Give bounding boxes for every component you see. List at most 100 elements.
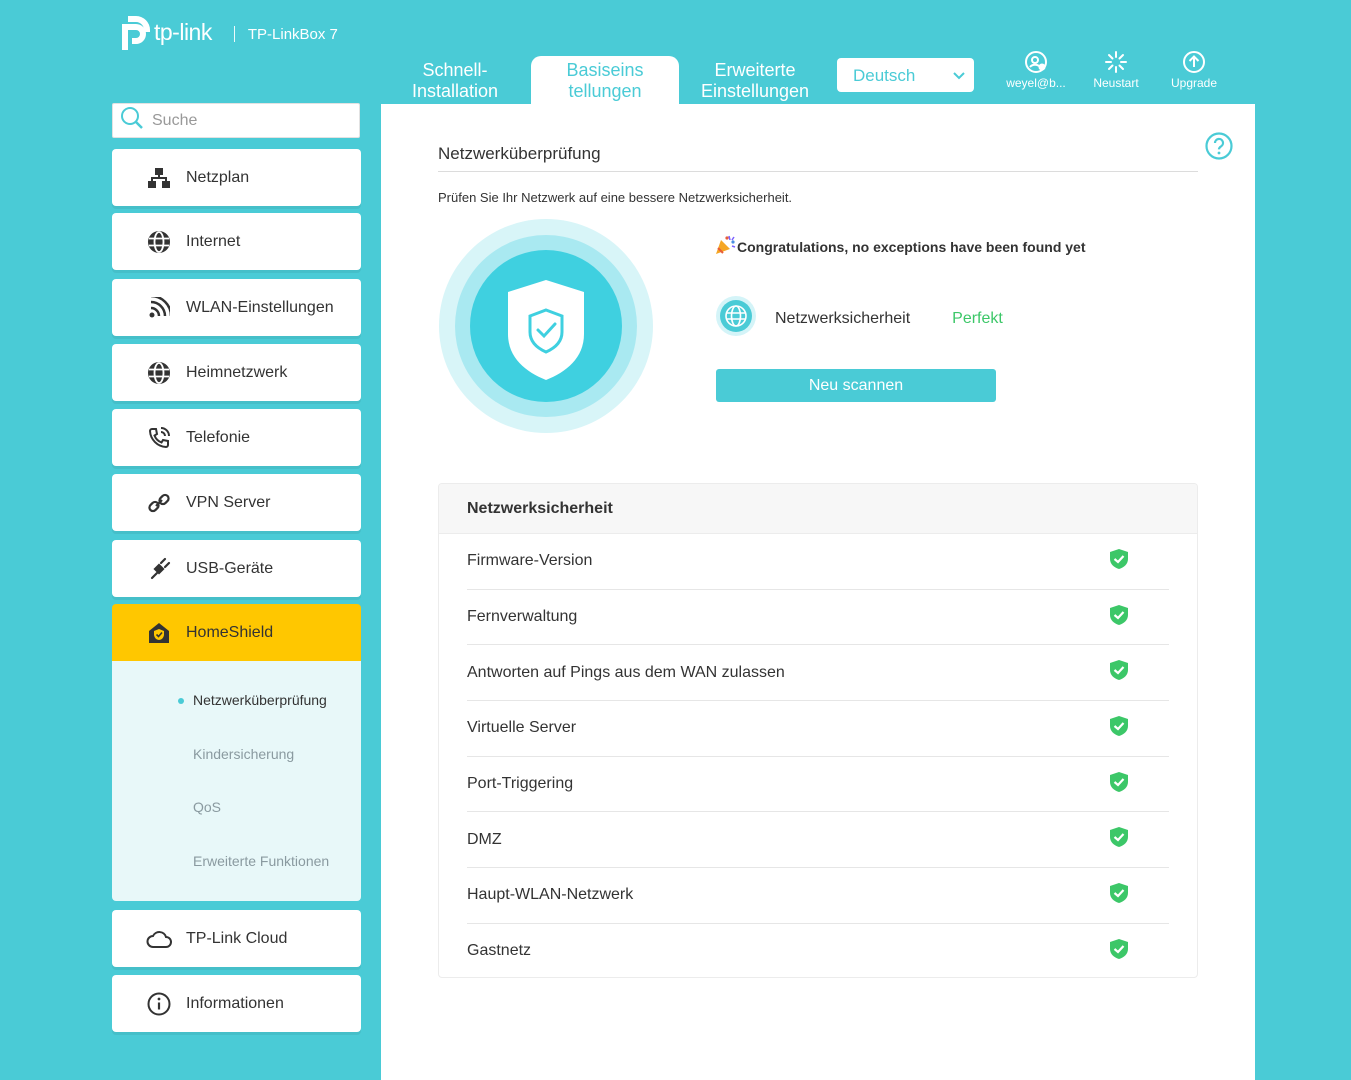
green-shield-check-icon — [1109, 659, 1129, 686]
sidebar-item-label: Informationen — [186, 994, 284, 1012]
active-dot — [178, 698, 184, 704]
tab-label: Erweiterte — [714, 60, 796, 80]
sidebar-item-label: HomeShield — [186, 623, 274, 641]
tab-advanced-settings[interactable]: Erweiterte Einstellungen — [681, 56, 829, 104]
chevron-down-icon — [952, 68, 966, 88]
network-security-status: Netzwerksicherheit Perfekt — [715, 295, 1003, 342]
brand-name: tp-link — [154, 18, 212, 45]
language-select[interactable]: Deutsch — [837, 58, 974, 92]
check-label: Antworten auf Pings aus dem WAN zulassen — [467, 663, 785, 681]
tp-link-logo-icon — [112, 12, 152, 52]
globe-icon — [715, 295, 757, 342]
homeshield-submenu: Netzwerküberprüfung Kindersicherung QoS … — [112, 661, 361, 901]
list-item: Haupt-WLAN-Netzwerk — [467, 868, 1169, 924]
account-icon — [996, 50, 1076, 74]
page-title: Netzwerküberprüfung — [438, 144, 601, 163]
security-shield-graphic — [438, 218, 654, 439]
green-shield-check-icon — [1109, 938, 1129, 965]
tab-label: Einstellungen — [700, 81, 810, 101]
check-label: Port-Triggering — [467, 775, 574, 793]
subitem-label: QoS — [193, 799, 222, 815]
network-map-icon — [144, 167, 174, 189]
sidebar-item-label: Internet — [186, 232, 241, 250]
main-content: Netzwerküberprüfung Prüfen Sie Ihr Netzw… — [381, 104, 1255, 1080]
check-label: Gastnetz — [467, 942, 532, 960]
sidebar-subitem-netzwerkueberpruefung[interactable]: Netzwerküberprüfung — [178, 692, 327, 708]
search-input[interactable] — [150, 110, 344, 131]
sidebar-item-wlan[interactable]: WLAN-Einstellungen — [112, 279, 361, 336]
globe-icon — [144, 230, 174, 254]
sidebar-item-label: WLAN-Einstellungen — [186, 298, 334, 316]
search-box[interactable] — [112, 103, 360, 138]
green-shield-check-icon — [1109, 548, 1129, 575]
sidebar-item-informationen[interactable]: Informationen — [112, 975, 361, 1032]
sidebar-item-usb[interactable]: USB-Geräte — [112, 540, 361, 597]
subitem-label: Erweiterte Funktionen — [193, 853, 330, 869]
scan-result-message: Congratulations, no exceptions have been… — [715, 235, 1086, 258]
upgrade-icon — [1154, 50, 1234, 74]
sidebar-item-label: VPN Server — [186, 493, 271, 511]
security-checklist: Netzwerksicherheit Firmware-Version Fern… — [438, 483, 1198, 978]
tab-label: Schnell- — [422, 60, 488, 80]
sidebar-item-internet[interactable]: Internet — [112, 213, 361, 270]
sidebar-item-homeshield[interactable]: HomeShield — [112, 604, 361, 661]
sidebar-item-label: Telefonie — [186, 428, 251, 446]
title-divider — [438, 171, 1198, 172]
sidebar-item-telefonie[interactable]: Telefonie — [112, 409, 361, 466]
tab-quick-setup[interactable]: Schnell- Installation — [381, 56, 529, 104]
subitem-label: Netzwerküberprüfung — [193, 692, 327, 708]
security-status: Perfekt — [952, 309, 1003, 327]
tab-basic-settings[interactable]: Basiseins tellungen — [531, 56, 679, 104]
restart-icon — [1076, 50, 1156, 74]
sidebar-item-label: Heimnetzwerk — [186, 363, 288, 381]
list-item: DMZ — [467, 812, 1169, 869]
info-icon — [144, 992, 174, 1016]
green-shield-check-icon — [1109, 771, 1129, 798]
list-item: Fernverwaltung — [467, 590, 1169, 646]
sidebar-item-heimnetzwerk[interactable]: Heimnetzwerk — [112, 344, 361, 401]
account-label: weyel@b... — [1006, 76, 1066, 90]
check-label: Firmware-Version — [467, 552, 593, 570]
list-item: Firmware-Version — [467, 534, 1169, 590]
list-item: Virtuelle Server — [467, 701, 1169, 757]
search-icon — [113, 106, 144, 135]
logo-divider — [233, 26, 235, 42]
wifi-icon — [144, 296, 174, 319]
check-label: Haupt-WLAN-Netzwerk — [467, 886, 634, 904]
tp-link-logo: tp-link TP-LinkBox 7 — [112, 12, 338, 52]
sidebar-item-netzplan[interactable]: Netzplan — [112, 149, 361, 206]
tab-label: tellungen — [568, 81, 642, 101]
sidebar-item-label: Netzplan — [186, 168, 250, 186]
upgrade-label: Upgrade — [1170, 76, 1218, 90]
page-description: Prüfen Sie Ihr Netzwerk auf eine bessere… — [438, 190, 793, 205]
help-icon[interactable] — [1205, 132, 1233, 165]
model-name: TP-LinkBox 7 — [247, 25, 338, 43]
sidebar-item-tp-link-cloud[interactable]: TP-Link Cloud — [112, 910, 361, 967]
green-shield-check-icon — [1109, 604, 1129, 631]
list-item: Antworten auf Pings aus dem WAN zulassen — [467, 645, 1169, 702]
sidebar-item-label: TP-Link Cloud — [186, 929, 288, 947]
sidebar-item-label: USB-Geräte — [186, 559, 274, 577]
sidebar-subitem-erweiterte-funktionen[interactable]: Erweiterte Funktionen — [193, 853, 329, 869]
sidebar-item-vpn-server[interactable]: VPN Server — [112, 474, 361, 531]
subitem-label: Kindersicherung — [193, 746, 295, 762]
globe-icon — [144, 361, 174, 385]
homeshield-icon — [144, 621, 174, 645]
party-popper-icon — [715, 235, 737, 258]
congrats-text: Congratulations, no exceptions have been… — [737, 238, 1086, 255]
sidebar-subitem-qos[interactable]: QoS — [193, 799, 221, 815]
phone-icon — [144, 426, 174, 450]
restart-button[interactable]: Neustart — [1076, 50, 1156, 90]
green-shield-check-icon — [1109, 826, 1129, 853]
upgrade-button[interactable]: Upgrade — [1154, 50, 1234, 90]
list-item: Port-Triggering — [467, 757, 1169, 813]
sidebar-subitem-kindersicherung[interactable]: Kindersicherung — [193, 746, 294, 762]
cloud-icon — [144, 929, 174, 949]
restart-label: Neustart — [1093, 76, 1139, 90]
account-button[interactable]: weyel@b... — [996, 50, 1076, 90]
checklist-title: Netzwerksicherheit — [439, 484, 1197, 534]
check-label: DMZ — [467, 830, 502, 848]
green-shield-check-icon — [1109, 882, 1129, 909]
rescan-button[interactable]: Neu scannen — [716, 369, 996, 402]
language-value: Deutsch — [853, 66, 916, 85]
